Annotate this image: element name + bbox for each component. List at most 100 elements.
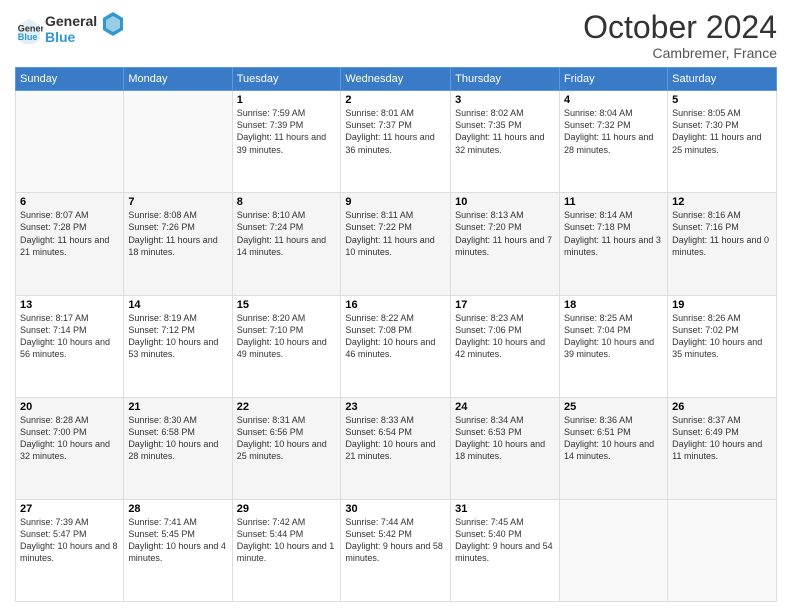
day-number: 11 xyxy=(564,196,663,208)
calendar-cell: 14Sunrise: 8:19 AMSunset: 7:12 PMDayligh… xyxy=(124,295,232,397)
week-row-1: 1Sunrise: 7:59 AMSunset: 7:39 PMDaylight… xyxy=(16,91,777,193)
calendar-cell: 31Sunrise: 7:45 AMSunset: 5:40 PMDayligh… xyxy=(451,499,560,601)
day-number: 12 xyxy=(672,196,772,208)
day-number: 23 xyxy=(345,401,446,413)
day-info: Sunrise: 8:01 AMSunset: 7:37 PMDaylight:… xyxy=(345,107,446,156)
day-number: 6 xyxy=(20,196,119,208)
svg-text:Blue: Blue xyxy=(45,29,76,45)
day-info: Sunrise: 7:41 AMSunset: 5:45 PMDaylight:… xyxy=(128,516,227,565)
day-info: Sunrise: 8:33 AMSunset: 6:54 PMDaylight:… xyxy=(345,414,446,463)
col-tuesday: Tuesday xyxy=(232,68,341,91)
calendar-cell: 3Sunrise: 8:02 AMSunset: 7:35 PMDaylight… xyxy=(451,91,560,193)
location: Cambremer, France xyxy=(583,45,777,61)
logo-icon: General Blue xyxy=(15,16,43,44)
day-number: 18 xyxy=(564,299,663,311)
calendar-cell: 13Sunrise: 8:17 AMSunset: 7:14 PMDayligh… xyxy=(16,295,124,397)
day-info: Sunrise: 7:42 AMSunset: 5:44 PMDaylight:… xyxy=(237,516,337,565)
logo-svg: General Blue xyxy=(45,10,125,50)
day-number: 17 xyxy=(455,299,555,311)
day-info: Sunrise: 8:07 AMSunset: 7:28 PMDaylight:… xyxy=(20,209,119,258)
day-info: Sunrise: 8:16 AMSunset: 7:16 PMDaylight:… xyxy=(672,209,772,258)
day-number: 16 xyxy=(345,299,446,311)
day-number: 14 xyxy=(128,299,227,311)
day-number: 8 xyxy=(237,196,337,208)
calendar-cell: 7Sunrise: 8:08 AMSunset: 7:26 PMDaylight… xyxy=(124,193,232,295)
calendar-cell: 29Sunrise: 7:42 AMSunset: 5:44 PMDayligh… xyxy=(232,499,341,601)
day-number: 20 xyxy=(20,401,119,413)
calendar-cell: 17Sunrise: 8:23 AMSunset: 7:06 PMDayligh… xyxy=(451,295,560,397)
day-number: 29 xyxy=(237,503,337,515)
day-number: 13 xyxy=(20,299,119,311)
svg-text:Blue: Blue xyxy=(18,32,38,42)
col-thursday: Thursday xyxy=(451,68,560,91)
day-info: Sunrise: 8:10 AMSunset: 7:24 PMDaylight:… xyxy=(237,209,337,258)
calendar-cell: 6Sunrise: 8:07 AMSunset: 7:28 PMDaylight… xyxy=(16,193,124,295)
day-number: 1 xyxy=(237,94,337,106)
calendar-cell xyxy=(560,499,668,601)
calendar-cell: 22Sunrise: 8:31 AMSunset: 6:56 PMDayligh… xyxy=(232,397,341,499)
calendar-cell: 11Sunrise: 8:14 AMSunset: 7:18 PMDayligh… xyxy=(560,193,668,295)
day-number: 5 xyxy=(672,94,772,106)
day-info: Sunrise: 8:04 AMSunset: 7:32 PMDaylight:… xyxy=(564,107,663,156)
day-info: Sunrise: 8:36 AMSunset: 6:51 PMDaylight:… xyxy=(564,414,663,463)
calendar-cell: 26Sunrise: 8:37 AMSunset: 6:49 PMDayligh… xyxy=(668,397,777,499)
calendar-cell: 5Sunrise: 8:05 AMSunset: 7:30 PMDaylight… xyxy=(668,91,777,193)
calendar-cell: 12Sunrise: 8:16 AMSunset: 7:16 PMDayligh… xyxy=(668,193,777,295)
day-number: 26 xyxy=(672,401,772,413)
calendar-cell: 8Sunrise: 8:10 AMSunset: 7:24 PMDaylight… xyxy=(232,193,341,295)
calendar-cell xyxy=(16,91,124,193)
day-number: 24 xyxy=(455,401,555,413)
week-row-5: 27Sunrise: 7:39 AMSunset: 5:47 PMDayligh… xyxy=(16,499,777,601)
calendar-cell: 21Sunrise: 8:30 AMSunset: 6:58 PMDayligh… xyxy=(124,397,232,499)
page: General Blue General Blue October 2024 C… xyxy=(0,0,792,612)
day-number: 2 xyxy=(345,94,446,106)
day-info: Sunrise: 8:34 AMSunset: 6:53 PMDaylight:… xyxy=(455,414,555,463)
day-info: Sunrise: 7:59 AMSunset: 7:39 PMDaylight:… xyxy=(237,107,337,156)
calendar-cell: 24Sunrise: 8:34 AMSunset: 6:53 PMDayligh… xyxy=(451,397,560,499)
day-number: 21 xyxy=(128,401,227,413)
col-friday: Friday xyxy=(560,68,668,91)
col-monday: Monday xyxy=(124,68,232,91)
day-info: Sunrise: 8:14 AMSunset: 7:18 PMDaylight:… xyxy=(564,209,663,258)
day-info: Sunrise: 8:20 AMSunset: 7:10 PMDaylight:… xyxy=(237,312,337,361)
calendar-cell: 10Sunrise: 8:13 AMSunset: 7:20 PMDayligh… xyxy=(451,193,560,295)
day-number: 25 xyxy=(564,401,663,413)
calendar-cell: 15Sunrise: 8:20 AMSunset: 7:10 PMDayligh… xyxy=(232,295,341,397)
day-info: Sunrise: 8:31 AMSunset: 6:56 PMDaylight:… xyxy=(237,414,337,463)
day-number: 19 xyxy=(672,299,772,311)
title-block: October 2024 Cambremer, France xyxy=(583,10,777,61)
calendar-cell: 23Sunrise: 8:33 AMSunset: 6:54 PMDayligh… xyxy=(341,397,451,499)
calendar-cell: 27Sunrise: 7:39 AMSunset: 5:47 PMDayligh… xyxy=(16,499,124,601)
day-number: 22 xyxy=(237,401,337,413)
week-row-4: 20Sunrise: 8:28 AMSunset: 7:00 PMDayligh… xyxy=(16,397,777,499)
day-number: 30 xyxy=(345,503,446,515)
calendar-cell: 20Sunrise: 8:28 AMSunset: 7:00 PMDayligh… xyxy=(16,397,124,499)
day-number: 3 xyxy=(455,94,555,106)
day-number: 9 xyxy=(345,196,446,208)
calendar-cell xyxy=(124,91,232,193)
day-info: Sunrise: 8:22 AMSunset: 7:08 PMDaylight:… xyxy=(345,312,446,361)
day-info: Sunrise: 8:11 AMSunset: 7:22 PMDaylight:… xyxy=(345,209,446,258)
week-row-2: 6Sunrise: 8:07 AMSunset: 7:28 PMDaylight… xyxy=(16,193,777,295)
svg-text:General: General xyxy=(45,13,97,29)
day-number: 15 xyxy=(237,299,337,311)
col-sunday: Sunday xyxy=(16,68,124,91)
calendar-cell: 19Sunrise: 8:26 AMSunset: 7:02 PMDayligh… xyxy=(668,295,777,397)
day-info: Sunrise: 8:19 AMSunset: 7:12 PMDaylight:… xyxy=(128,312,227,361)
col-wednesday: Wednesday xyxy=(341,68,451,91)
day-number: 10 xyxy=(455,196,555,208)
day-info: Sunrise: 7:44 AMSunset: 5:42 PMDaylight:… xyxy=(345,516,446,565)
logo: General Blue General Blue xyxy=(15,10,125,50)
day-info: Sunrise: 8:05 AMSunset: 7:30 PMDaylight:… xyxy=(672,107,772,156)
calendar-cell: 18Sunrise: 8:25 AMSunset: 7:04 PMDayligh… xyxy=(560,295,668,397)
day-info: Sunrise: 8:17 AMSunset: 7:14 PMDaylight:… xyxy=(20,312,119,361)
calendar-cell: 1Sunrise: 7:59 AMSunset: 7:39 PMDaylight… xyxy=(232,91,341,193)
day-info: Sunrise: 8:08 AMSunset: 7:26 PMDaylight:… xyxy=(128,209,227,258)
day-info: Sunrise: 8:13 AMSunset: 7:20 PMDaylight:… xyxy=(455,209,555,258)
header-row: Sunday Monday Tuesday Wednesday Thursday… xyxy=(16,68,777,91)
day-info: Sunrise: 8:02 AMSunset: 7:35 PMDaylight:… xyxy=(455,107,555,156)
day-number: 7 xyxy=(128,196,227,208)
calendar-cell: 2Sunrise: 8:01 AMSunset: 7:37 PMDaylight… xyxy=(341,91,451,193)
header: General Blue General Blue October 2024 C… xyxy=(15,10,777,61)
day-info: Sunrise: 8:26 AMSunset: 7:02 PMDaylight:… xyxy=(672,312,772,361)
